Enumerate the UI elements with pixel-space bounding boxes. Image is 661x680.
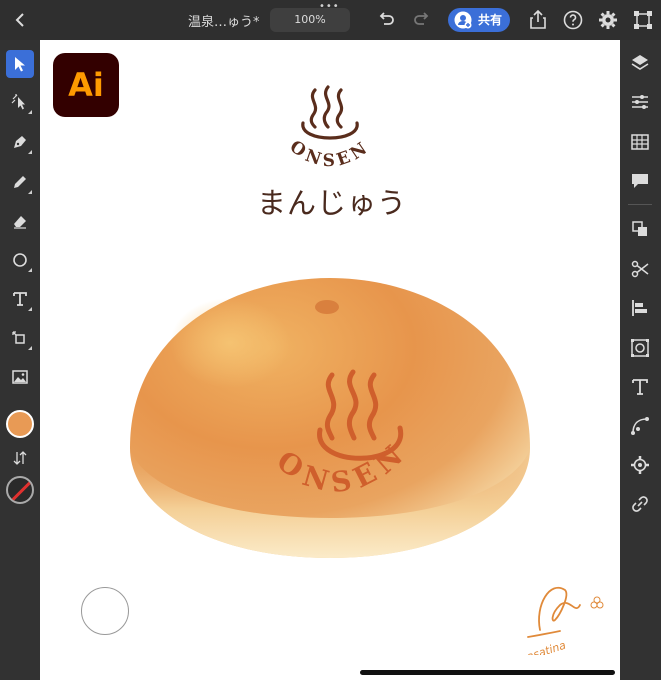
crop-icon[interactable] — [631, 8, 655, 32]
selection-arrow-icon — [15, 57, 25, 72]
properties-icon — [632, 95, 648, 109]
ellipse-icon — [13, 253, 27, 267]
pathfinder-button[interactable] — [629, 218, 651, 240]
manju-bun-illustration: ONSEN — [130, 278, 530, 558]
swatches-button[interactable] — [629, 131, 651, 153]
share-button[interactable]: 共有 — [448, 8, 510, 32]
home-indicator — [360, 670, 615, 675]
pathfinder-icon — [632, 221, 647, 236]
redo-icon[interactable] — [410, 8, 434, 32]
document-title[interactable]: 温泉…ゅう* — [188, 11, 260, 30]
illustrator-logo: Ai — [53, 53, 119, 117]
toolbar-divider — [628, 204, 652, 205]
settings-icon[interactable] — [596, 8, 620, 32]
pencil-tool[interactable] — [6, 168, 34, 196]
tool-flyout-indicator — [28, 190, 32, 194]
image-icon — [12, 370, 28, 384]
comments-icon — [632, 174, 648, 188]
chevron-left-icon[interactable] — [10, 9, 32, 31]
quick-action-circle-button[interactable] — [81, 587, 129, 635]
swap-icon[interactable] — [12, 450, 28, 466]
transform-tool[interactable] — [6, 324, 34, 352]
align-icon — [632, 300, 647, 316]
direct-selection-icon — [11, 94, 25, 110]
gear-panel-button[interactable] — [629, 454, 651, 476]
artboard-canvas[interactable]: Ai ONSEN まんじゅう ONSEN asatina — [40, 40, 620, 680]
undo-icon[interactable] — [374, 8, 398, 32]
transform-icon — [12, 331, 25, 344]
layers-icon — [631, 55, 649, 70]
zoom-level[interactable]: 100% — [270, 8, 350, 32]
type-tool[interactable] — [6, 285, 34, 313]
layers-button[interactable] — [629, 52, 651, 74]
shape-tool[interactable] — [6, 246, 34, 274]
eraser-icon — [14, 216, 26, 229]
right-toolbar — [620, 40, 661, 680]
export-icon[interactable] — [526, 8, 550, 32]
properties-button[interactable] — [629, 91, 651, 113]
signature-text: asatina — [525, 639, 568, 655]
pencil-icon — [14, 176, 26, 188]
tool-flyout-indicator — [28, 307, 32, 311]
comments-button[interactable] — [629, 170, 651, 192]
tool-flyout-indicator — [28, 150, 32, 154]
none-slash — [8, 478, 32, 502]
direct-selection-tool[interactable] — [6, 88, 34, 116]
tool-flyout-indicator — [28, 268, 32, 272]
brand-subtitle: まんじゅう — [256, 186, 407, 220]
pen-tool[interactable] — [6, 128, 34, 156]
bun-highlight — [170, 298, 290, 388]
pathfinder-curve-icon — [631, 417, 649, 435]
top-toolbar: 温泉…ゅう* ••• 100% 共有 — [0, 0, 661, 40]
fill-swatch[interactable] — [6, 410, 34, 438]
symbol-button[interactable] — [629, 337, 651, 359]
link-button[interactable] — [629, 493, 651, 515]
settings-gear-icon — [631, 456, 649, 474]
share-label: 共有 — [478, 13, 503, 27]
tool-flyout-indicator — [28, 110, 32, 114]
scissors-button[interactable] — [629, 258, 651, 280]
scissors-icon — [631, 260, 649, 278]
stroke-none-swatch[interactable] — [6, 476, 34, 504]
swatches-icon — [631, 134, 649, 150]
type-panel-icon — [632, 379, 648, 395]
link-icon — [632, 496, 648, 512]
tool-flyout-indicator — [28, 346, 32, 350]
eraser-tool[interactable] — [6, 207, 34, 235]
type-panel-button[interactable] — [629, 376, 651, 398]
bun-top-dimple — [315, 300, 339, 314]
align-button[interactable] — [629, 297, 651, 319]
help-icon[interactable] — [561, 8, 585, 32]
share-user-icon — [454, 11, 472, 29]
place-image-tool[interactable] — [6, 363, 34, 391]
artist-signature: asatina — [525, 587, 604, 655]
selection-tool[interactable] — [6, 50, 34, 78]
curve-button[interactable] — [629, 415, 651, 437]
left-toolbar — [0, 40, 40, 680]
brand-word: ONSEN — [286, 137, 374, 171]
symbol-icon — [631, 339, 649, 357]
pen-icon — [14, 136, 26, 148]
flower-doodle-icon — [590, 596, 604, 609]
type-icon — [13, 292, 27, 306]
